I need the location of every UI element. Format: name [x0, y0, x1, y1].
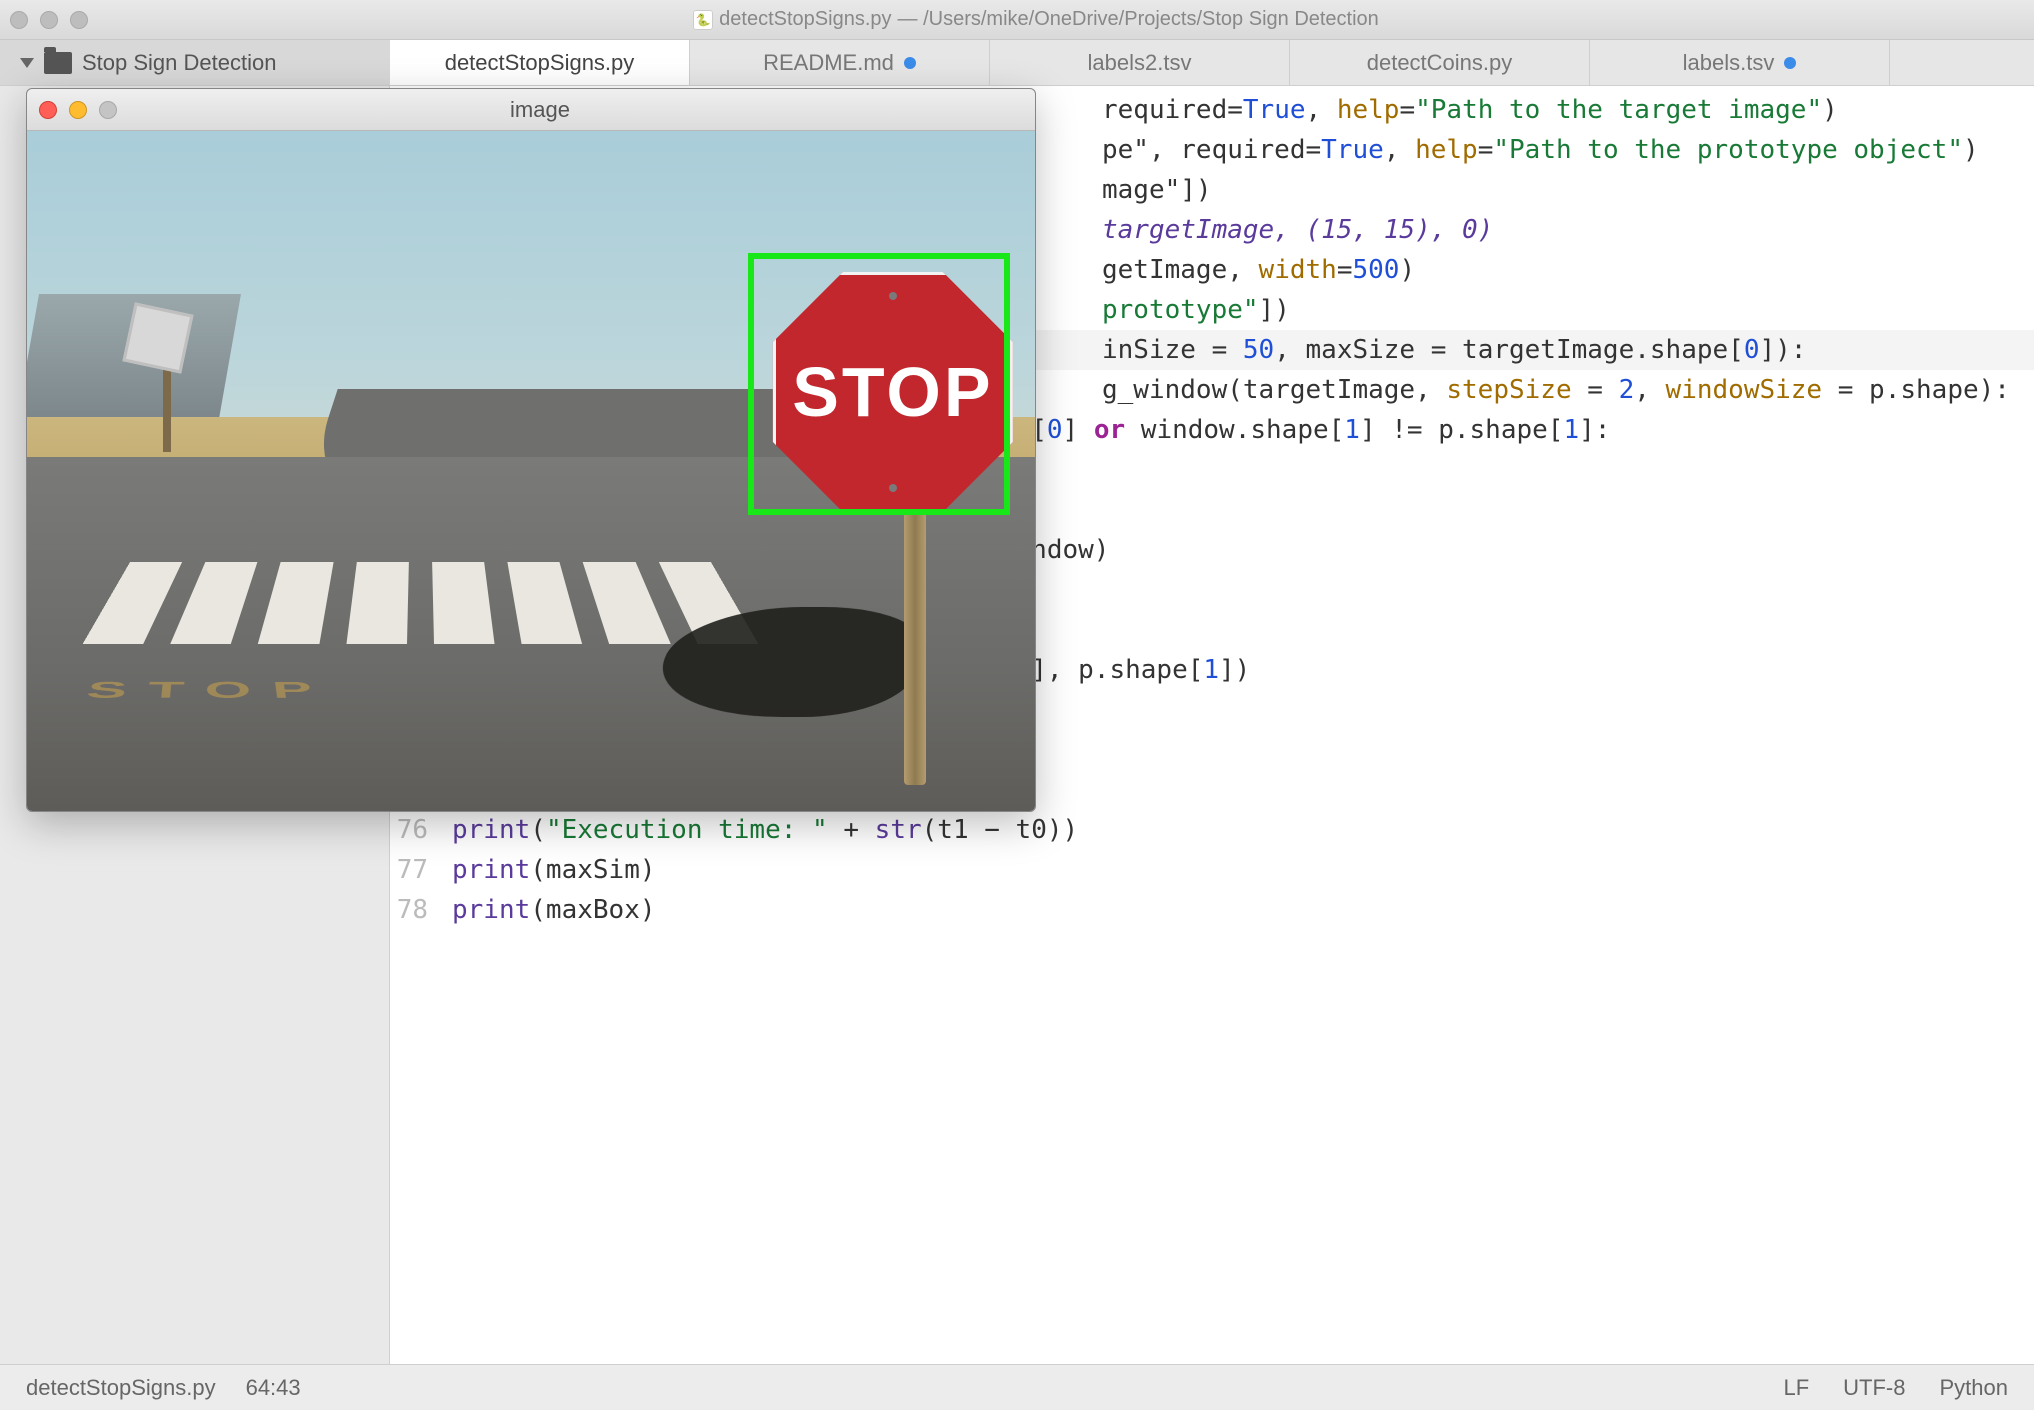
- code-text: print(maxSim): [442, 850, 2034, 890]
- modified-indicator-icon: [1784, 57, 1796, 69]
- code-line[interactable]: 76print("Execution time: " + str(t1 − t0…: [390, 810, 2034, 850]
- status-bar: detectStopSigns.py 64:43 LF UTF-8 Python: [0, 1364, 2034, 1410]
- code-text: print(maxBox): [442, 890, 2034, 930]
- minimize-icon[interactable]: [40, 11, 58, 29]
- line-number: 77: [390, 850, 442, 890]
- line-number: 76: [390, 810, 442, 850]
- road-marking-text: STOP: [83, 678, 336, 704]
- ide-window: 🐍 detectStopSigns.py — /Users/mike/OneDr…: [0, 0, 2034, 1410]
- python-file-icon: 🐍: [693, 10, 713, 30]
- line-number: 78: [390, 890, 442, 930]
- ide-titlebar: 🐍 detectStopSigns.py — /Users/mike/OneDr…: [0, 0, 2034, 40]
- status-encoding[interactable]: UTF-8: [1843, 1375, 1905, 1401]
- tab-label: detectStopSigns.py: [445, 50, 635, 76]
- image-canvas: STOP STOP: [27, 131, 1035, 811]
- tab-labels-tsv[interactable]: labels.tsv: [1590, 40, 1890, 85]
- status-filename[interactable]: detectStopSigns.py: [26, 1375, 216, 1401]
- status-line-ending[interactable]: LF: [1783, 1375, 1809, 1401]
- project-selector[interactable]: Stop Sign Detection: [0, 40, 390, 85]
- image-window-controls: [39, 101, 117, 119]
- code-line[interactable]: 78print(maxBox): [390, 890, 2034, 930]
- image-window-title: image: [117, 97, 963, 123]
- distant-sign-back: [122, 302, 193, 373]
- tab-label: labels2.tsv: [1088, 50, 1192, 76]
- detection-bounding-box: [748, 253, 1010, 515]
- title-filename: detectStopSigns.py: [719, 8, 891, 31]
- code-text: print("Execution time: " + str(t1 − t0)): [442, 810, 2034, 850]
- tab-label: README.md: [763, 50, 894, 76]
- tab-bar: Stop Sign Detection detectStopSigns.py RE…: [0, 40, 2034, 86]
- zoom-icon[interactable]: [99, 101, 117, 119]
- chevron-down-icon: [20, 58, 34, 68]
- distant-sign-pole: [163, 362, 171, 452]
- zoom-icon[interactable]: [70, 11, 88, 29]
- crosswalk: [82, 562, 758, 644]
- title-path: — /Users/mike/OneDrive/Projects/Stop Sig…: [898, 8, 1379, 31]
- tab-label: labels.tsv: [1683, 50, 1775, 76]
- stop-sign-pole: [904, 485, 926, 785]
- modified-indicator-icon: [904, 57, 916, 69]
- opencv-image-window[interactable]: image STOP ST: [26, 88, 1036, 812]
- tab-detectcoins-py[interactable]: detectCoins.py: [1290, 40, 1590, 85]
- tab-label: detectCoins.py: [1367, 50, 1513, 76]
- tab-readme-md[interactable]: README.md: [690, 40, 990, 85]
- project-name: Stop Sign Detection: [82, 50, 276, 76]
- close-icon[interactable]: [39, 101, 57, 119]
- status-language[interactable]: Python: [1940, 1375, 2009, 1401]
- tab-detectstopsigns-py[interactable]: detectStopSigns.py: [390, 40, 690, 85]
- window-title: 🐍 detectStopSigns.py — /Users/mike/OneDr…: [108, 8, 1964, 31]
- status-cursor[interactable]: 64:43: [246, 1375, 301, 1401]
- image-window-titlebar[interactable]: image: [27, 89, 1035, 131]
- tab-labels2-tsv[interactable]: labels2.tsv: [990, 40, 1290, 85]
- folder-icon: [44, 52, 72, 74]
- close-icon[interactable]: [10, 11, 28, 29]
- code-line[interactable]: 77print(maxSim): [390, 850, 2034, 890]
- window-controls: [10, 11, 88, 29]
- minimize-icon[interactable]: [69, 101, 87, 119]
